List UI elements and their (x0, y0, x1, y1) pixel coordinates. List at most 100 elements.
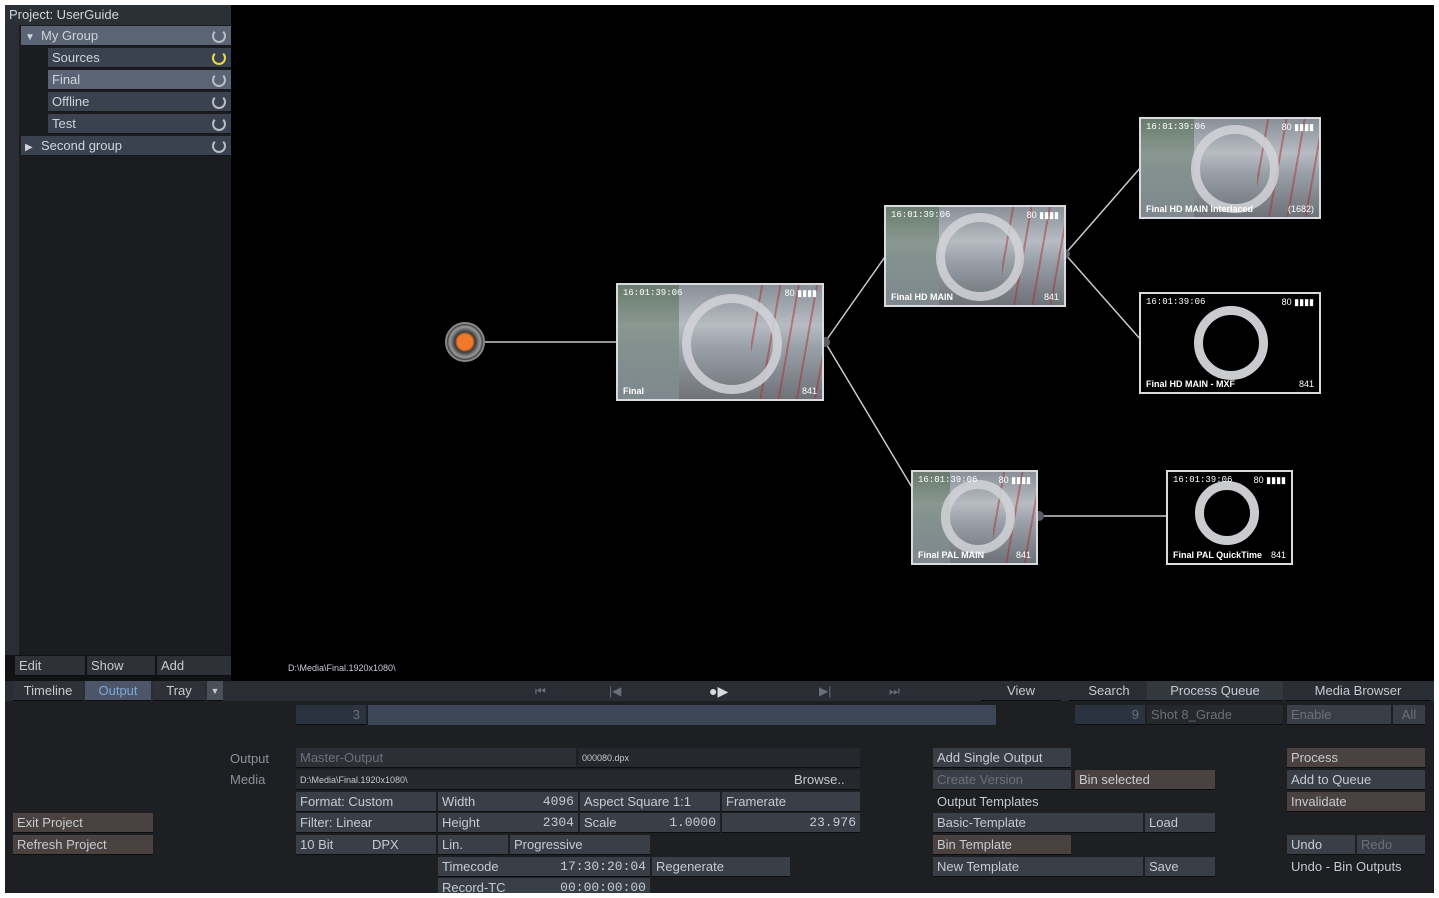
width-label: Width (442, 794, 476, 809)
skip-to-start-icon[interactable]: ⏮ (535, 681, 546, 701)
aspect-dropdown[interactable]: Aspect Square 1:1 (580, 792, 720, 812)
node-meter: 80 ▮▮▮▮ (1281, 297, 1314, 307)
refresh-icon[interactable] (212, 139, 226, 153)
load-button[interactable]: Load (1145, 813, 1215, 833)
template-dropdown[interactable]: Basic-Template (933, 813, 1143, 833)
tab-process-queue[interactable]: Process Queue (1147, 681, 1283, 701)
node-name: Final HD MAIN - MXF (1146, 379, 1235, 389)
output-templates-label: Output Templates (937, 794, 1039, 809)
invalidate-button[interactable]: Invalidate (1287, 792, 1425, 812)
refresh-icon[interactable] (212, 73, 226, 87)
bin-template-button[interactable]: Bin Template (933, 835, 1071, 855)
tab-timeline[interactable]: Timeline (13, 681, 83, 701)
scale-field[interactable]: Scale 1.0000 (580, 813, 720, 833)
undo-button[interactable]: Undo (1287, 835, 1355, 855)
progress-ring (1191, 125, 1279, 213)
media-path-field[interactable]: D:\Media\Final.1920x1080\ (296, 770, 790, 790)
scrub-start-field[interactable]: 3 (296, 705, 366, 725)
process-button[interactable]: Process (1287, 748, 1425, 768)
filter-dropdown[interactable]: Filter: Linear (296, 813, 436, 833)
browse-button[interactable]: Browse.. (790, 770, 860, 790)
output-node-hd-mxf[interactable]: 16:01:39:06 80 ▮▮▮▮ Final HD MAIN - MXF … (1139, 292, 1321, 394)
tree-group-my-group[interactable]: ▼ My Group (21, 26, 231, 46)
refresh-icon[interactable] (212, 117, 226, 131)
redo-button[interactable]: Redo (1357, 835, 1425, 855)
new-template-field[interactable]: New Template (933, 857, 1143, 877)
tab-output[interactable]: Output (85, 681, 151, 701)
tray-dropdown-icon[interactable]: ▼ (207, 681, 223, 701)
node-name: Final (623, 386, 645, 396)
bit-depth-dropdown[interactable]: 10 Bit (296, 835, 366, 855)
tab-media-browser[interactable]: Media Browser (1285, 681, 1431, 701)
lin-toggle[interactable]: Lin. (438, 835, 508, 855)
node-timecode: 16:01:39:06 (1146, 297, 1206, 307)
node-frames: 841 (1298, 379, 1314, 389)
node-meter: 80 ▮▮▮▮ (998, 475, 1031, 485)
refresh-icon[interactable] (212, 51, 226, 65)
tab-search[interactable]: Search (1069, 681, 1149, 701)
create-version-button[interactable]: Create Version (933, 770, 1071, 790)
tab-show[interactable]: Show (87, 656, 155, 676)
tree-item-test[interactable]: Test (48, 114, 231, 134)
record-tc-field[interactable]: Record-TC 00:00:00:00 (438, 878, 650, 893)
output-node-hd-main[interactable]: 16:01:39:06 80 ▮▮▮▮ Final HD MAIN 841 (884, 205, 1066, 307)
output-node-pal-main[interactable]: 16:01:39:06 80 ▮▮▮▮ Final PAL MAIN 841 (911, 470, 1038, 565)
output-node-pal-quicktime[interactable]: 16:01:39:06 80 ▮▮▮▮ Final PAL QuickTime … (1166, 470, 1293, 565)
tree-item-sources[interactable]: Sources (48, 48, 231, 68)
node-meter: 80 ▮▮▮▮ (1026, 210, 1059, 220)
file-type-label: DPX (372, 837, 399, 852)
tab-tray[interactable]: Tray (153, 681, 205, 701)
sidebar-scrollbar[interactable] (5, 25, 19, 655)
shot-name-field[interactable]: Shot 8_Grade (1147, 705, 1283, 725)
framerate-field[interactable]: 23.976 (722, 813, 860, 833)
node-name: Final PAL MAIN (918, 550, 985, 560)
tab-add[interactable]: Add (157, 656, 231, 676)
timecode-label: Timecode (442, 859, 499, 874)
regenerate-button[interactable]: Regenerate (652, 857, 790, 877)
width-field[interactable]: Width 4096 (438, 792, 578, 812)
node-frames: 841 (1270, 550, 1286, 560)
tree-item-label: Final (52, 72, 81, 87)
step-forward-icon[interactable]: ▶| (819, 681, 831, 701)
bin-selected-button[interactable]: Bin selected (1075, 770, 1215, 790)
output-node-final[interactable]: 16:01:39:06 80 ▮▮▮▮ Final 841 (616, 283, 824, 401)
file-type-dropdown[interactable]: DPX (366, 835, 436, 855)
tree-group-second-group[interactable]: ▶ Second group (21, 136, 231, 156)
tree-item-final[interactable]: Final (48, 70, 231, 90)
expand-arrow-icon[interactable]: ▶ (25, 138, 41, 158)
format-dropdown[interactable]: Format: Custom (296, 792, 436, 812)
step-back-icon[interactable]: |◀ (609, 681, 621, 701)
scale-label: Scale (584, 815, 617, 830)
exit-project-button[interactable]: Exit Project (13, 813, 153, 833)
width-value: 4096 (542, 794, 574, 809)
height-field[interactable]: Height 2304 (438, 813, 578, 833)
tab-view[interactable]: View (981, 681, 1061, 701)
framerate-value: 23.976 (809, 815, 856, 830)
skip-to-end-icon[interactable]: ⏭ (889, 681, 900, 701)
tab-edit[interactable]: Edit (15, 656, 85, 676)
node-meter: 80 ▮▮▮▮ (1253, 475, 1286, 485)
refresh-icon[interactable] (212, 29, 226, 43)
all-button[interactable]: All (1393, 705, 1425, 725)
timeline-scrub-bar[interactable] (368, 705, 996, 725)
refresh-project-button[interactable]: Refresh Project (13, 835, 153, 855)
progress-ring (682, 294, 782, 394)
refresh-icon[interactable] (212, 95, 226, 109)
enable-button[interactable]: Enable (1287, 705, 1391, 725)
progressive-dropdown[interactable]: Progressive (510, 835, 650, 855)
expand-arrow-icon[interactable]: ▼ (25, 28, 41, 48)
output-node-hd-interlaced[interactable]: 16:01:39:06 80 ▮▮▮▮ Final HD MAIN Interl… (1139, 117, 1321, 219)
save-button[interactable]: Save (1145, 857, 1215, 877)
tree-item-offline[interactable]: Offline (48, 92, 231, 112)
progress-ring (1195, 481, 1259, 545)
file-pattern-field[interactable]: 000080.dpx (578, 748, 860, 768)
undo-status-text: Undo - Bin Outputs (1291, 859, 1402, 874)
output-name-field[interactable]: Master-Output (296, 748, 576, 768)
add-single-output-button[interactable]: Add Single Output (933, 748, 1071, 768)
source-node-icon[interactable] (445, 322, 485, 362)
scrub-end-field[interactable]: 9 (1075, 705, 1145, 725)
add-to-queue-button[interactable]: Add to Queue (1287, 770, 1425, 790)
play-icon[interactable]: ●▶ (709, 681, 728, 701)
timecode-field[interactable]: Timecode 17:30:20:04 (438, 857, 650, 877)
node-frames: (1682) (1287, 204, 1314, 214)
